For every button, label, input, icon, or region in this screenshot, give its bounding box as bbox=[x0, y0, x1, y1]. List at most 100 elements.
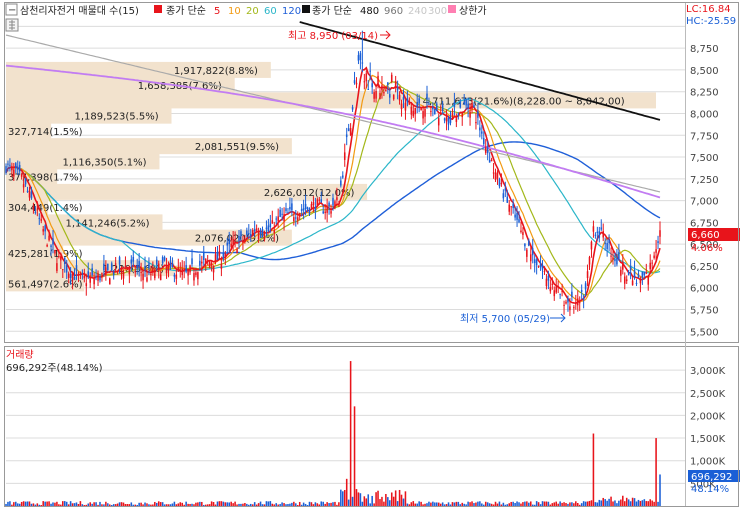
volume-bar bbox=[283, 503, 285, 506]
volume-bar bbox=[220, 501, 223, 506]
volume-bar bbox=[551, 503, 554, 506]
candle-body bbox=[91, 268, 93, 276]
volume-bar bbox=[469, 502, 471, 506]
candle-body bbox=[114, 263, 117, 265]
ma-120-label[interactable]: 120 bbox=[282, 6, 301, 17]
candle-body bbox=[481, 131, 483, 134]
volume-bar bbox=[257, 503, 260, 506]
volume-bar bbox=[132, 504, 135, 506]
candle-body bbox=[651, 262, 653, 264]
volume-bar bbox=[600, 500, 603, 506]
volume-bar bbox=[573, 503, 575, 506]
volume-bar bbox=[584, 501, 587, 506]
candle-body bbox=[15, 163, 17, 169]
candle-body bbox=[353, 80, 356, 84]
candle-body bbox=[436, 103, 438, 112]
ma-10-label[interactable]: 10 bbox=[228, 6, 241, 17]
ma-20-label[interactable]: 20 bbox=[246, 6, 259, 17]
chart-window: 1,917,822(8.8%) 1,658,385(7.6%) 4,711,673(… bbox=[0, 0, 743, 510]
candle-body bbox=[633, 270, 636, 278]
candle-body bbox=[355, 82, 358, 85]
candle-body bbox=[181, 268, 184, 276]
volume-bar bbox=[455, 501, 458, 506]
candle-body bbox=[506, 196, 509, 203]
candle-body bbox=[541, 264, 544, 270]
ma-300-label[interactable]: 300 bbox=[428, 6, 447, 17]
volume-bar bbox=[204, 504, 207, 506]
volume-bar bbox=[447, 502, 450, 506]
volume-bar bbox=[465, 504, 467, 506]
volume-bar bbox=[390, 492, 393, 506]
volume-bar bbox=[543, 501, 546, 506]
ma-240-label[interactable]: 240 bbox=[408, 6, 427, 17]
candle-body bbox=[586, 271, 589, 279]
candle-body bbox=[584, 283, 587, 290]
volume-bar bbox=[54, 502, 56, 506]
volume-bar bbox=[363, 496, 366, 506]
candle-body bbox=[441, 105, 444, 111]
candle-body bbox=[175, 274, 178, 279]
candle-body bbox=[171, 263, 174, 267]
volume-bar bbox=[451, 502, 454, 506]
candle-body bbox=[122, 271, 125, 279]
candle-body bbox=[218, 251, 221, 256]
volume-bar bbox=[218, 501, 221, 506]
volume-bar bbox=[314, 502, 317, 506]
volume-profile-label: 327,714(1.5%) bbox=[8, 127, 83, 138]
candle-body bbox=[287, 212, 289, 214]
ma-legend-prefix-2: 종가 단순 bbox=[312, 5, 352, 17]
volume-bar bbox=[177, 503, 180, 506]
candle-body bbox=[647, 277, 650, 285]
volume-bar bbox=[77, 504, 80, 506]
volume-bar bbox=[130, 502, 133, 506]
ma-5-label[interactable]: 5 bbox=[214, 6, 220, 17]
volume-bar bbox=[46, 501, 48, 506]
volume-bar bbox=[197, 502, 199, 506]
volume-bar bbox=[338, 502, 340, 506]
volume-bar bbox=[377, 490, 379, 506]
candle-body bbox=[142, 273, 144, 281]
volume-bar bbox=[199, 501, 201, 506]
volume-bar bbox=[639, 500, 642, 506]
candle-body bbox=[645, 272, 648, 274]
candle-body bbox=[361, 62, 364, 64]
candle-body bbox=[412, 110, 415, 117]
candle-body bbox=[504, 188, 507, 191]
candle-body bbox=[20, 174, 23, 177]
price-tick-label: 7,250 bbox=[690, 175, 719, 186]
candle-body bbox=[449, 116, 452, 123]
volume-bar bbox=[520, 503, 522, 506]
volume-profile-label: 377,398(1.7%) bbox=[8, 173, 83, 184]
candle-body bbox=[120, 268, 123, 274]
candle-body bbox=[157, 263, 160, 270]
candle-body bbox=[567, 298, 569, 303]
volume-bar bbox=[531, 504, 534, 506]
candle-body bbox=[263, 234, 266, 240]
candle-body bbox=[310, 204, 313, 209]
volume-bar bbox=[649, 499, 651, 506]
candle-body bbox=[112, 272, 115, 276]
ma-60-label[interactable]: 60 bbox=[264, 6, 277, 17]
candle-body bbox=[439, 113, 442, 115]
candle-body bbox=[502, 193, 505, 199]
candle-body bbox=[269, 223, 272, 228]
low-annotation: 최저 5,700 (05/29) bbox=[460, 313, 550, 325]
candle-body bbox=[387, 82, 389, 85]
candle-body bbox=[375, 90, 377, 99]
volume-bar bbox=[185, 501, 187, 506]
volume-bar bbox=[571, 502, 573, 506]
volume-bar bbox=[202, 504, 205, 506]
candle-body bbox=[230, 243, 232, 248]
candle-body bbox=[565, 301, 567, 304]
candle-body bbox=[163, 257, 166, 261]
candle-body bbox=[336, 197, 338, 200]
candle-body bbox=[16, 166, 19, 170]
ma-480-label[interactable]: 480 bbox=[360, 6, 379, 17]
volume-bar bbox=[428, 501, 430, 506]
ma-960-label[interactable]: 960 bbox=[384, 6, 403, 17]
limit-up-label[interactable]: 상한가 bbox=[459, 5, 487, 17]
volume-bar bbox=[582, 501, 585, 506]
candle-body bbox=[392, 94, 395, 100]
candle-body bbox=[465, 99, 467, 106]
volume-bar bbox=[142, 504, 144, 506]
